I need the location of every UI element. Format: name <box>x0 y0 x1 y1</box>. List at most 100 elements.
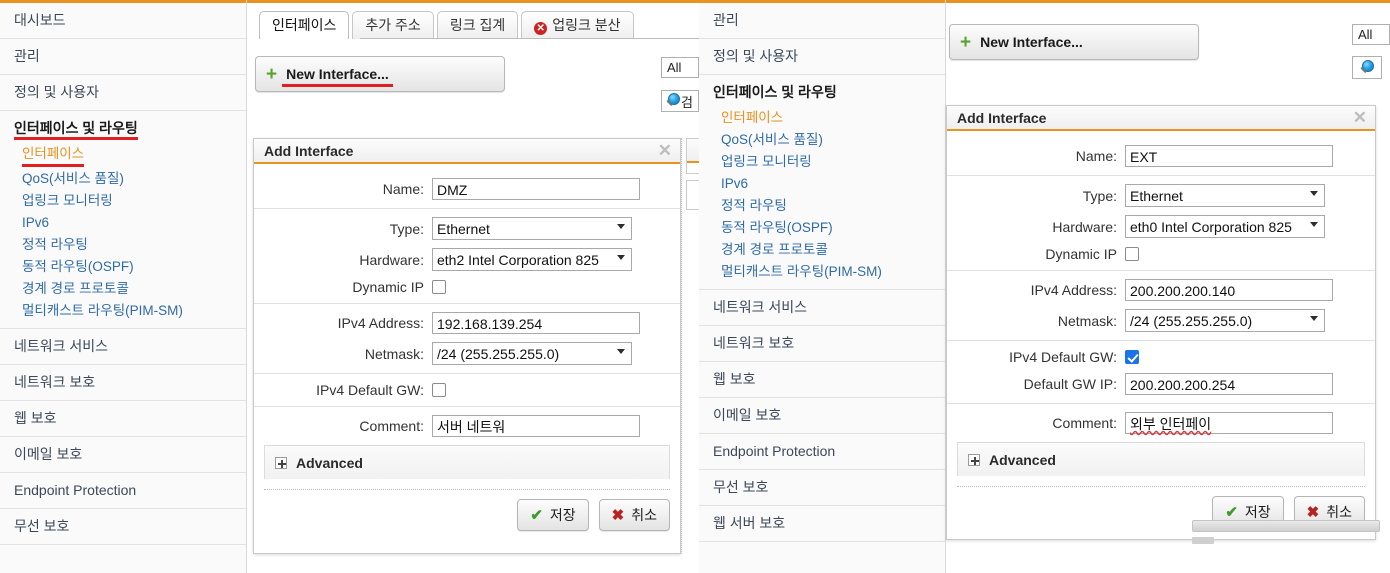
search-icon <box>1359 59 1375 76</box>
sidebar-item-dashboard[interactable]: 대시보드 <box>0 3 246 39</box>
new-interface-label: New Interface... <box>282 66 393 87</box>
name-input[interactable]: DMZ <box>432 178 640 200</box>
sidebar-item-interfaces-mid[interactable]: 인터페이스 <box>699 103 945 129</box>
hardware-select[interactable]: eth2 Intel Corporation 825 <box>432 248 632 271</box>
sidebar-item-email-protection-mid[interactable]: 이메일 보호 <box>699 398 945 434</box>
new-interface-label: New Interface... <box>980 34 1083 50</box>
sidebar-item-ipv6-mid[interactable]: IPv6 <box>699 173 945 195</box>
name-input[interactable]: EXT <box>1125 145 1333 167</box>
sidebar-item-network-services[interactable]: 네트워크 서비스 <box>0 329 246 365</box>
filter-select-right[interactable]: All <box>1352 24 1390 45</box>
sidebar-item-dynamic-routing-mid[interactable]: 동적 라우팅(OSPF) <box>699 217 945 239</box>
sidebar-subitem-label: 정적 라우팅 <box>22 237 88 252</box>
accent-bar-panel-left <box>247 0 699 3</box>
sidebar-item-uplink-monitoring[interactable]: 업링크 모니터링 <box>0 190 246 212</box>
netmask-select[interactable]: /24 (255.255.255.0) <box>432 342 632 365</box>
dynamic-ip-label: Dynamic IP <box>352 279 424 295</box>
sidebar-item-qos[interactable]: QoS(서비스 품질) <box>0 165 246 190</box>
type-select[interactable]: Ethernet <box>432 217 632 240</box>
sidebar-item-interfaces[interactable]: 인터페이스 <box>0 139 246 167</box>
sidebar-item-definitions-users-mid[interactable]: 정의 및 사용자 <box>699 39 945 75</box>
sidebar-subitem-label: 멀티캐스트 라우팅(PIM-SM) <box>721 264 882 279</box>
comment-label: Comment: <box>359 418 424 434</box>
type-label: Type: <box>1082 187 1117 204</box>
tab-label: 인터페이스 <box>272 17 337 33</box>
sidebar-item-dynamic-routing[interactable]: 동적 라우팅(OSPF) <box>0 256 246 278</box>
comment-input[interactable]: 외부 인터페이 <box>1125 412 1333 434</box>
gwip-label: Default GW IP: <box>1023 376 1117 392</box>
default-gw-checkbox[interactable] <box>1125 350 1139 364</box>
sidebar-item-wireless-protection-mid[interactable]: 무선 보호 <box>699 470 945 506</box>
netmask-select[interactable]: /24 (255.255.255.0) <box>1125 309 1325 332</box>
sidebar-item-email-protection[interactable]: 이메일 보호 <box>0 437 246 473</box>
sidebar-item-webserver-protection-mid[interactable]: 웹 서버 보호 <box>699 506 945 542</box>
dynamic-ip-label: Dynamic IP <box>1045 246 1117 262</box>
field-row-default-gw: IPv4 Default GW: <box>254 378 680 407</box>
default-gw-label: IPv4 Default GW: <box>1009 349 1117 365</box>
sidebar-item-endpoint-protection-mid[interactable]: Endpoint Protection <box>699 434 945 470</box>
sidebar-subitem-label: IPv6 <box>22 215 50 230</box>
sidebar-group-interfaces-routing[interactable]: 인터페이스 및 라우팅 <box>0 111 246 140</box>
chevron-down-icon <box>1310 315 1319 324</box>
sidebar-item-bgp-mid[interactable]: 경계 경로 프로토콜 <box>699 239 945 261</box>
sidebar-item-network-protection-mid[interactable]: 네트워크 보호 <box>699 326 945 362</box>
sidebar-item-static-routing[interactable]: 정적 라우팅 <box>0 234 246 256</box>
dynamic-ip-checkbox[interactable] <box>432 280 446 294</box>
advanced-label: Advanced <box>296 454 363 471</box>
advanced-section-toggle[interactable]: Advanced <box>264 445 670 479</box>
sidebar-item-label: 네트워크 보호 <box>713 335 795 351</box>
sidebar-item-multicast-routing[interactable]: 멀티캐스트 라우팅(PIM-SM) <box>0 300 246 322</box>
search-box-right[interactable] <box>1352 56 1382 79</box>
sidebar-item-management-mid[interactable]: 관리 <box>699 3 945 39</box>
sidebar-item-ipv6[interactable]: IPv6 <box>0 212 246 234</box>
sidebar-item-static-routing-mid[interactable]: 정적 라우팅 <box>699 195 945 217</box>
search-box-left[interactable]: 검 <box>661 90 699 112</box>
new-interface-button-left[interactable]: + New Interface... <box>255 56 505 92</box>
ipv4-input[interactable]: 192.168.139.254 <box>432 312 640 334</box>
sidebar-subitem-label: 업링크 모니터링 <box>22 193 113 208</box>
sidebar-item-management[interactable]: 관리 <box>0 39 246 75</box>
hardware-select[interactable]: eth0 Intel Corporation 825 <box>1125 215 1325 238</box>
save-label: 저장 <box>1244 504 1271 520</box>
sidebar-item-network-protection[interactable]: 네트워크 보호 <box>0 365 246 401</box>
sidebar-item-qos-mid[interactable]: QoS(서비스 품질) <box>699 129 945 151</box>
ipv4-label: IPv4 Address: <box>1030 282 1117 298</box>
close-icon[interactable]: ✕ <box>658 142 672 159</box>
default-gw-checkbox[interactable] <box>432 383 446 397</box>
tab-additional-addresses[interactable]: 추가 주소 <box>352 11 434 39</box>
sidebar-item-wireless-protection[interactable]: 무선 보호 <box>0 509 246 545</box>
cancel-button[interactable]: ✖ 취소 <box>598 499 670 531</box>
sidebar-subitem-label: 멀티캐스트 라우팅(PIM-SM) <box>22 303 183 318</box>
tab-link-aggregation[interactable]: 링크 집계 <box>436 11 519 39</box>
sidebar-item-definitions-users[interactable]: 정의 및 사용자 <box>0 75 246 111</box>
gwip-input[interactable]: 200.200.200.254 <box>1125 373 1333 395</box>
sidebar-item-endpoint-protection[interactable]: Endpoint Protection <box>0 473 246 509</box>
scrollbar-thumb[interactable] <box>1192 537 1214 544</box>
sidebar-item-uplink-monitoring-mid[interactable]: 업링크 모니터링 <box>699 151 945 173</box>
cancel-label: 취소 <box>631 507 657 523</box>
field-row-netmask: Netmask: /24 (255.255.255.0) <box>254 338 680 374</box>
type-select[interactable]: Ethernet <box>1125 184 1325 207</box>
comment-input[interactable]: 서버 네트워 <box>432 415 640 437</box>
sidebar-item-network-services-mid[interactable]: 네트워크 서비스 <box>699 290 945 326</box>
sidebar-item-web-protection-mid[interactable]: 웹 보호 <box>699 362 945 398</box>
save-button[interactable]: ✔ 저장 <box>517 499 589 531</box>
sidebar-item-bgp[interactable]: 경계 경로 프로토콜 <box>0 278 246 300</box>
ipv4-input[interactable]: 200.200.200.140 <box>1125 279 1333 301</box>
sidebar-group-interfaces-routing-mid[interactable]: 인터페이스 및 라우팅 <box>699 75 945 103</box>
advanced-section-toggle[interactable]: Advanced <box>957 442 1365 476</box>
filter-select-left[interactable]: All <box>661 57 699 78</box>
sidebar-subitem-label: 업링크 모니터링 <box>721 154 812 169</box>
dynamic-ip-checkbox[interactable] <box>1125 247 1139 261</box>
plus-icon: + <box>960 31 972 53</box>
horizontal-scrollbar[interactable] <box>1192 520 1380 532</box>
dialog-footer-left: ✔ 저장 ✖ 취소 <box>264 489 670 540</box>
tab-interfaces[interactable]: 인터페이스 <box>259 11 350 39</box>
new-interface-button-right[interactable]: + New Interface... <box>949 24 1199 60</box>
tab-uplink-balancing[interactable]: ✕ 업링크 분산 <box>521 11 634 39</box>
sidebar-item-web-protection[interactable]: 웹 보호 <box>0 401 246 437</box>
dialog-edge-dotted-left <box>681 138 682 554</box>
sidebar-item-multicast-routing-mid[interactable]: 멀티캐스트 라우팅(PIM-SM) <box>699 261 945 283</box>
close-icon[interactable]: ✕ <box>1353 109 1367 126</box>
sidebar-subitem-label: IPv6 <box>721 176 749 191</box>
